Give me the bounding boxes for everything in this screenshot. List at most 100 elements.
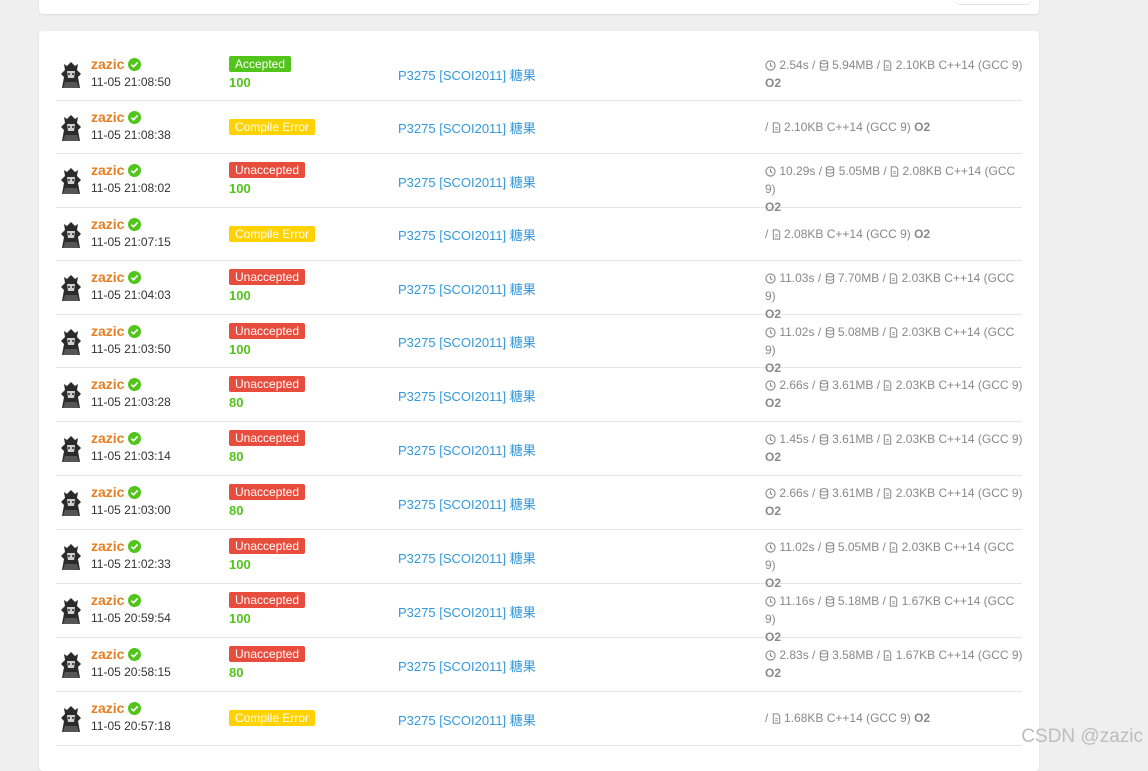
user-avatar[interactable] [58,113,84,143]
username-link[interactable]: zazic [91,162,124,178]
problem-link[interactable]: P3275 [SCOI2011] 糖果 [398,440,536,459]
status-badge[interactable]: Unaccepted [229,538,306,554]
o2-flag: O2 [914,711,931,725]
status-column: Unaccepted 80 [229,375,306,411]
problem-link[interactable]: P3275 [SCOI2011] 糖果 [398,332,536,351]
submission-row[interactable]: zazic 11-05 21:08:38 Compile Error P3275 [S… [56,101,1022,154]
file-icon [890,596,898,607]
problem-link[interactable]: P3275 [SCOI2011] 糖果 [398,656,536,675]
watermark: CSDN @zazic [1021,726,1143,747]
submission-row[interactable]: zazic 11-05 21:03:28 Unaccepted 80 P3275 [SC… [56,368,1023,422]
status-badge[interactable]: Unaccepted [229,484,306,500]
user-avatar[interactable] [58,542,84,572]
problem-link[interactable]: P3275 [SCOI2011] 糖果 [398,602,536,621]
submission-row[interactable]: zazic 11-05 21:08:50 Accepted 100 P3275 [SCO… [56,48,1023,101]
submission-stats: 2.54s / 5.94MB / 2.10KB C++14 (GCC 9) O2 [765,58,1023,90]
user-avatar[interactable] [58,596,84,626]
status-badge[interactable]: Compile Error [229,710,316,726]
submission-row[interactable]: zazic 11-05 21:03:50 Unaccepted 100 P3275 [S… [56,315,1022,375]
submission-row[interactable]: zazic 11-05 20:58:15 Unaccepted 80 P3275 [SC… [56,638,1023,692]
user-avatar[interactable] [58,220,84,250]
submit-time: 11-05 20:57:18 [91,719,171,733]
submission-row[interactable]: zazic 11-05 21:04:03 Unaccepted 100 P3275 [S… [56,261,1022,321]
user-avatar[interactable] [58,704,84,734]
username-link[interactable]: zazic [91,646,124,662]
username-link[interactable]: zazic [91,484,124,500]
file-icon [772,122,780,133]
problem-link[interactable]: P3275 [SCOI2011] 糖果 [398,118,536,137]
problem-link[interactable]: P3275 [SCOI2011] 糖果 [398,710,536,729]
submission-row[interactable]: zazic 11-05 21:03:14 Unaccepted 80 P3275 [SC… [56,422,1023,476]
score: 100 [229,611,251,626]
user-info: zazic 11-05 21:03:14 [91,430,171,463]
status-badge[interactable]: Unaccepted [229,269,306,285]
username-link[interactable]: zazic [91,592,124,608]
code-size: 2.08KB [784,227,824,241]
status-column: Unaccepted 100 [229,591,306,627]
submission-row[interactable]: zazic 11-05 21:07:15 Compile Error P3275 [S… [56,208,1022,261]
language: C++14 (GCC 9) [938,58,1023,72]
username-link[interactable]: zazic [91,430,124,446]
submission-row[interactable]: zazic 11-05 21:03:00 Unaccepted 80 P3275 [SC… [56,476,1023,530]
username-link[interactable]: zazic [91,700,124,716]
problem-link[interactable]: P3275 [SCOI2011] 糖果 [398,548,536,567]
problem-link[interactable]: P3275 [SCOI2011] 糖果 [398,172,536,191]
username-link[interactable]: zazic [91,538,124,554]
problem-link[interactable]: P3275 [SCOI2011] 糖果 [398,386,536,405]
clock-icon [765,327,776,338]
user-info: zazic 11-05 21:03:00 [91,484,171,517]
clock-icon [765,380,776,391]
user-avatar[interactable] [58,380,84,410]
user-avatar[interactable] [58,273,84,303]
status-column: Unaccepted 100 [229,537,306,573]
check-circle-icon [128,431,142,445]
username-link[interactable]: zazic [91,56,124,72]
status-badge[interactable]: Compile Error [229,226,316,242]
database-icon [825,327,834,338]
user-avatar[interactable] [58,60,84,90]
status-badge[interactable]: Unaccepted [229,323,306,339]
status-badge[interactable]: Unaccepted [229,592,306,608]
status-column: Compile Error [229,225,316,243]
database-icon [825,542,834,553]
status-badge[interactable]: Accepted [229,56,292,72]
submission-row[interactable]: zazic 11-05 20:57:18 Compile Error P3275 [S… [56,692,1022,746]
username-link[interactable]: zazic [91,109,124,125]
user-avatar[interactable] [58,327,84,357]
check-circle-icon [128,57,142,71]
problem-link[interactable]: P3275 [SCOI2011] 糖果 [398,65,536,84]
submit-time: 11-05 21:03:28 [91,395,171,409]
username-link[interactable]: zazic [91,323,124,339]
status-badge[interactable]: Unaccepted [229,376,306,392]
user-avatar[interactable] [58,166,84,196]
problem-link[interactable]: P3275 [SCOI2011] 糖果 [398,225,536,244]
submission-row[interactable]: zazic 11-05 21:02:33 Unaccepted 100 P3275 [S… [56,530,1022,590]
check-circle-icon [128,163,142,177]
user-info: zazic 11-05 20:58:15 [91,646,171,679]
submission-row[interactable]: zazic 11-05 20:59:54 Unaccepted 100 P3275 [S… [56,584,1022,644]
submit-time: 11-05 21:08:50 [91,75,171,89]
language: C++14 (GCC 9) [938,378,1023,392]
username-link[interactable]: zazic [91,376,124,392]
username-link[interactable]: zazic [91,269,124,285]
user-avatar[interactable] [58,434,84,464]
user-avatar[interactable] [58,650,84,680]
score: 80 [229,665,244,680]
status-badge[interactable]: Compile Error [229,119,316,135]
status-badge[interactable]: Unaccepted [229,162,306,178]
user-avatar[interactable] [58,488,84,518]
database-icon [825,596,834,607]
o2-flag: O2 [765,504,782,518]
username-link[interactable]: zazic [91,216,124,232]
language: C++14 (GCC 9) [826,227,911,241]
clock-icon [765,166,776,177]
user-info: zazic 11-05 21:02:33 [91,538,171,571]
problem-link[interactable]: P3275 [SCOI2011] 糖果 [398,494,536,513]
code-size: 1.67KB [895,648,936,662]
status-badge[interactable]: Unaccepted [229,646,306,662]
submission-row[interactable]: zazic 11-05 21:08:02 Unaccepted 100 P3275 [S… [56,154,1022,214]
status-badge[interactable]: Unaccepted [229,430,306,446]
problem-link[interactable]: P3275 [SCOI2011] 糖果 [398,279,536,298]
user-info: zazic 11-05 21:07:15 [91,216,171,249]
o2-flag: O2 [765,396,782,410]
